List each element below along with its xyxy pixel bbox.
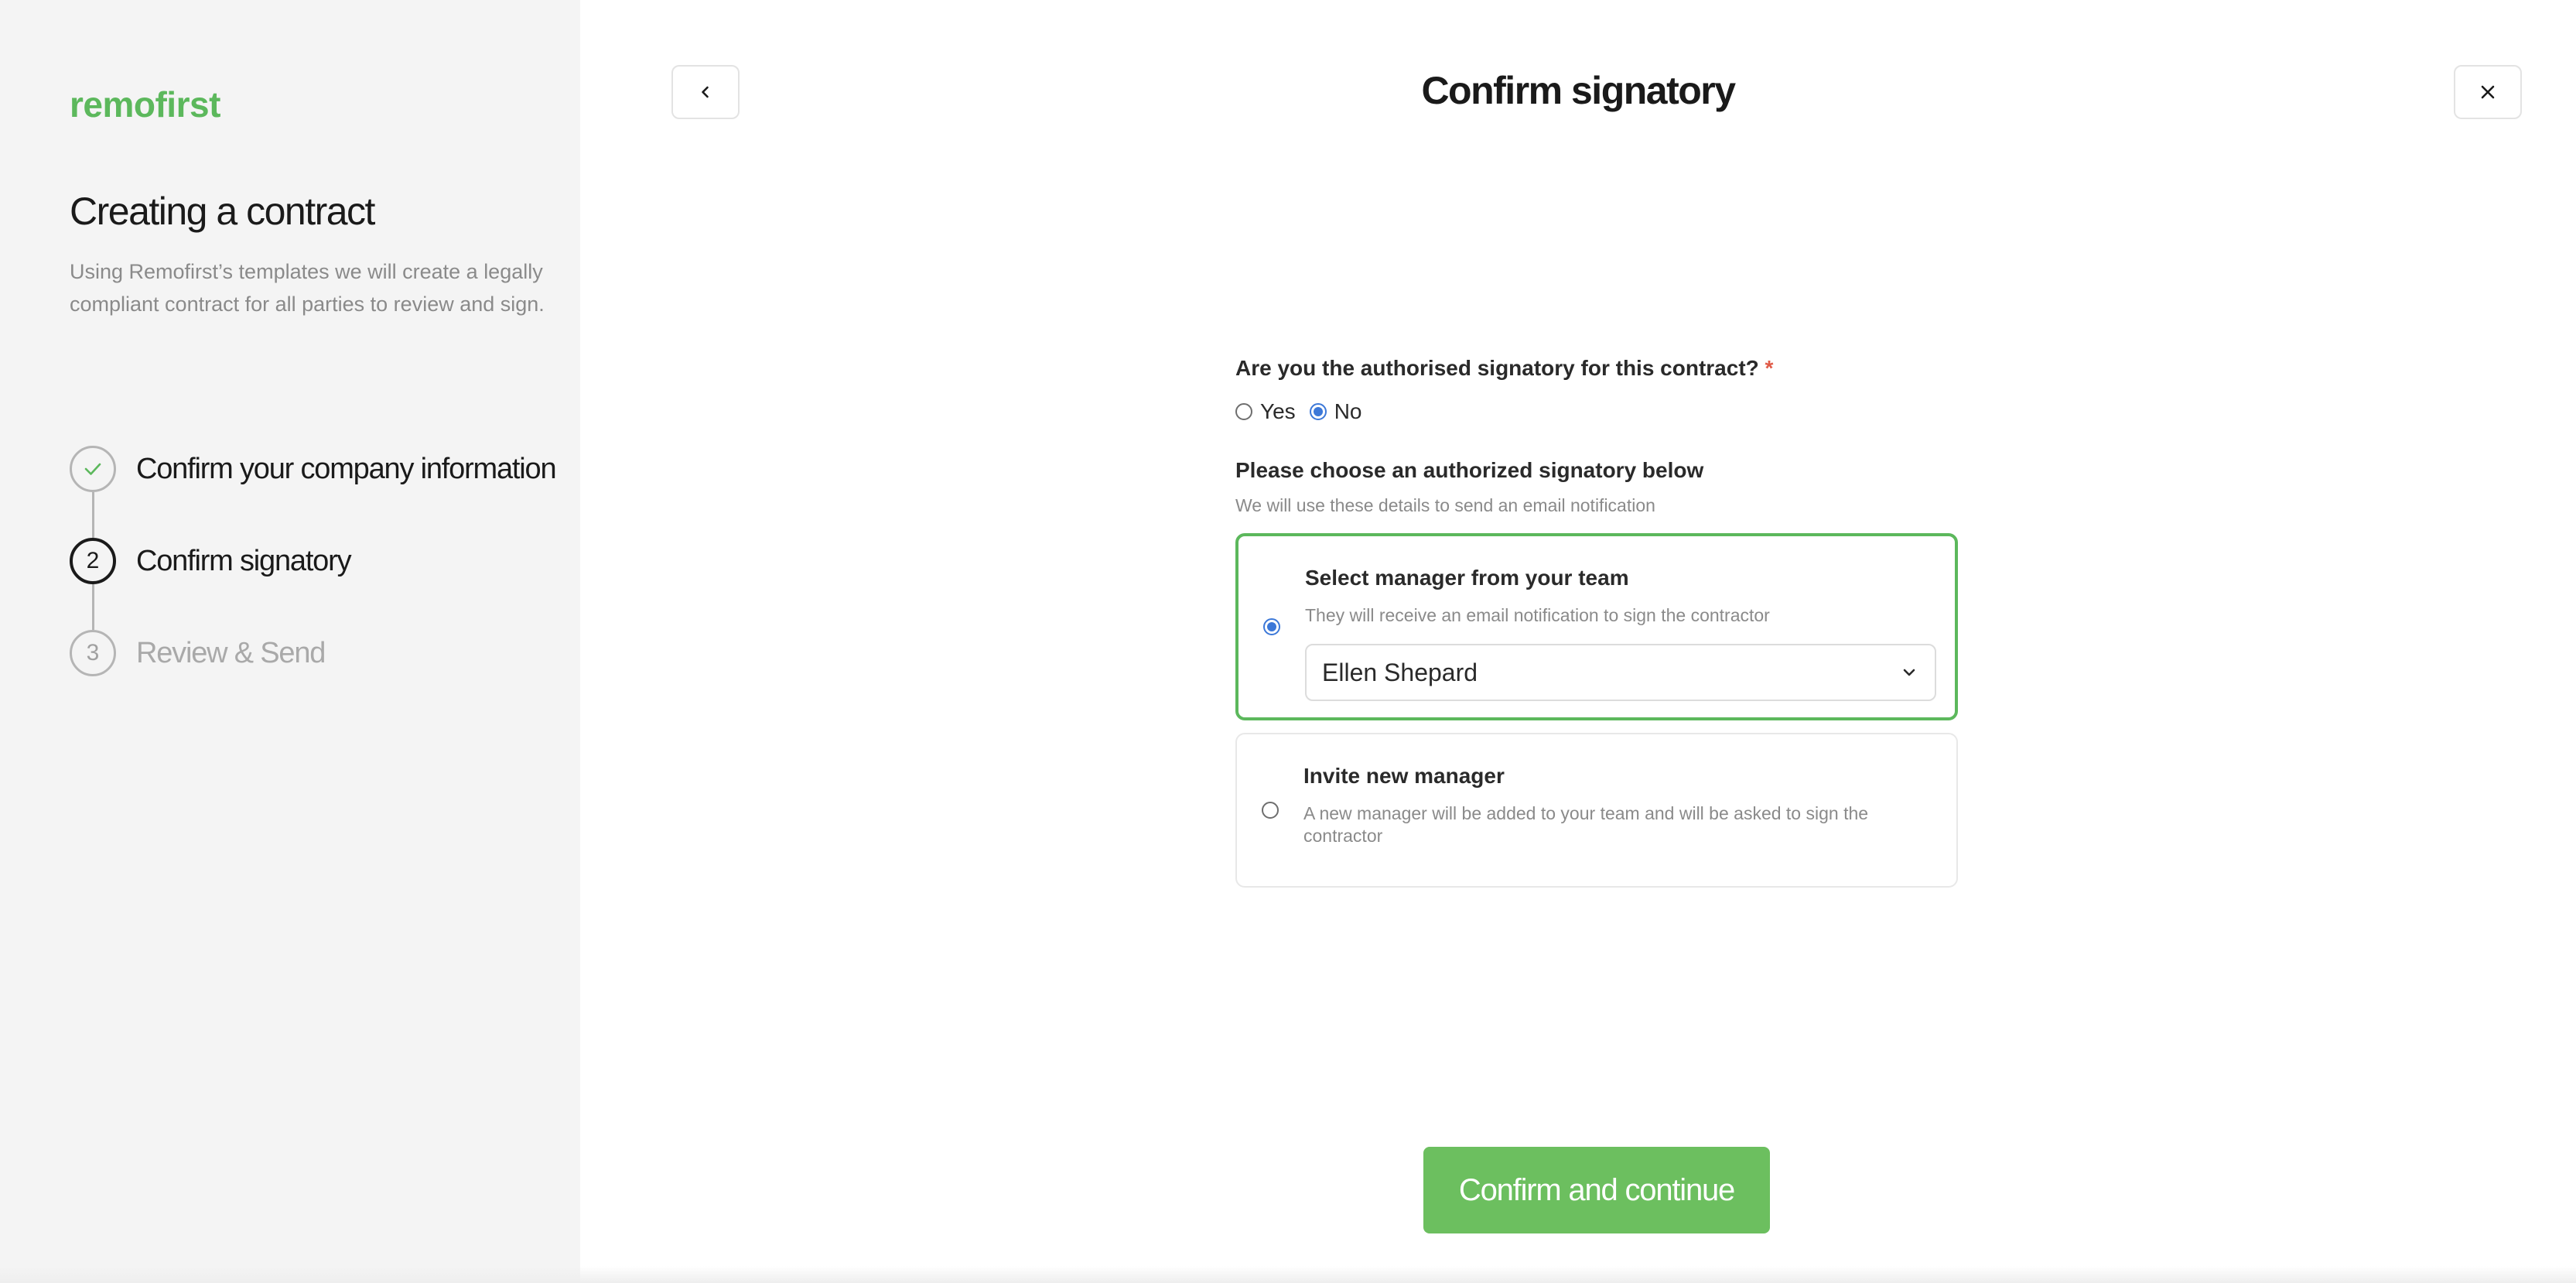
- radio-yes-label: Yes: [1260, 399, 1296, 423]
- manager-select[interactable]: Ellen Shepard: [1305, 644, 1936, 701]
- step-label: Confirm signatory: [136, 545, 352, 577]
- select-manager-radio[interactable]: [1263, 618, 1280, 635]
- step-label: Review & Send: [136, 637, 326, 669]
- remofirst-logo[interactable]: remofirst: [70, 84, 220, 125]
- signatory-question: Are you the authorised signatory for thi…: [1235, 356, 1774, 380]
- step-review-send: 3 Review & Send: [70, 630, 555, 722]
- signatory-form: Are you the authorised signatory for thi…: [1235, 356, 1958, 888]
- radio-yes[interactable]: Yes: [1235, 399, 1296, 424]
- step-connector: [92, 584, 94, 630]
- step-number: 3: [70, 630, 116, 676]
- choose-signatory-hint: We will use these details to send an ema…: [1235, 495, 1655, 515]
- progress-steps: Confirm your company information 2 Confi…: [70, 446, 557, 722]
- radio-no[interactable]: No: [1309, 399, 1362, 424]
- step-company-info[interactable]: Confirm your company information: [70, 446, 557, 538]
- radio-no-label: No: [1334, 399, 1362, 423]
- step-confirm-signatory[interactable]: 2 Confirm signatory: [70, 538, 555, 630]
- sidebar-description: Using Remofirst’s templates we will crea…: [70, 260, 545, 316]
- required-mark: *: [1765, 356, 1774, 380]
- page-title: Confirm signatory: [1421, 69, 1736, 112]
- close-icon: [2481, 85, 2495, 99]
- sidebar-title: Creating a contract: [70, 190, 375, 233]
- step-number: 2: [70, 538, 116, 584]
- sidebar: remofirst Creating a contract Using Remo…: [0, 0, 580, 1283]
- card-description: They will receive an email notification …: [1305, 605, 1770, 625]
- card-title: Select manager from your team: [1305, 566, 1629, 590]
- invite-manager-card[interactable]: Invite new manager A new manager will be…: [1235, 733, 1958, 888]
- check-icon: [70, 446, 116, 492]
- manager-select-value: Ellen Shepard: [1322, 658, 1478, 686]
- close-button[interactable]: [2454, 65, 2522, 119]
- signatory-radio-group: Yes No: [1235, 399, 1958, 424]
- bottom-shadow: [0, 1266, 2576, 1283]
- invite-manager-radio[interactable]: [1262, 802, 1279, 819]
- card-title: Invite new manager: [1303, 764, 1505, 788]
- step-connector: [92, 492, 94, 538]
- select-manager-card[interactable]: Select manager from your team They will …: [1235, 533, 1958, 720]
- radio-yes-input[interactable]: [1235, 403, 1252, 420]
- card-description: A new manager will be added to your team…: [1303, 803, 1869, 846]
- radio-no-input[interactable]: [1309, 403, 1327, 420]
- step-label: Confirm your company information: [136, 453, 557, 485]
- confirm-continue-button[interactable]: Confirm and continue: [1423, 1147, 1770, 1233]
- chevron-down-icon: [1903, 669, 1915, 676]
- choose-signatory-label: Please choose an authorized signatory be…: [1235, 458, 1704, 482]
